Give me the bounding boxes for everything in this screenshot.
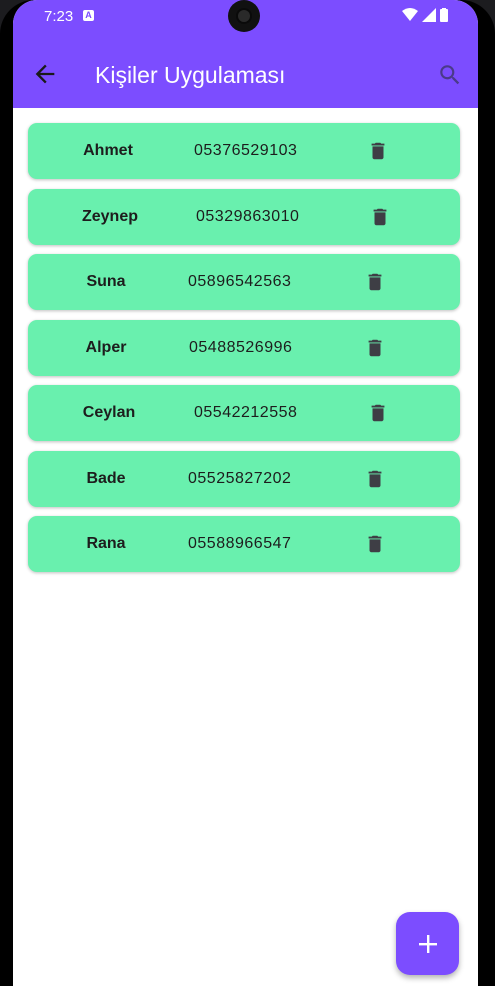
delete-button[interactable]	[369, 205, 391, 229]
contact-card[interactable]: Rana 05588966547	[28, 516, 460, 572]
contact-name: Rana	[86, 535, 126, 552]
trash-icon	[371, 404, 385, 422]
page-title: Kişiler Uygulaması	[95, 62, 286, 88]
contact-phone: 05896542563	[188, 273, 292, 290]
trash-icon	[373, 208, 387, 225]
app-bar: Kişiler Uygulaması	[13, 36, 478, 108]
contact-card[interactable]: Ahmet 05376529103	[28, 123, 460, 179]
contact-name: Ceylan	[82, 404, 136, 421]
contact-list: Ahmet 05376529103 Zeynep 05329863010 Sun…	[28, 123, 462, 582]
contact-name: Zeynep	[81, 207, 138, 225]
trash-icon	[368, 273, 382, 291]
contact-name: Ahmet	[83, 142, 133, 159]
delete-button[interactable]	[364, 270, 386, 294]
contact-phone: 05525827202	[188, 469, 292, 487]
notification-icon: A	[83, 10, 94, 21]
contact-card[interactable]: Zeynep 05329863010	[28, 188, 460, 245]
contact-card[interactable]: Bade 05525827202	[28, 450, 460, 507]
trash-icon	[368, 535, 382, 553]
trash-icon	[368, 470, 382, 487]
search-button[interactable]	[437, 62, 463, 88]
add-contact-button[interactable]	[396, 912, 459, 975]
contact-name: Suna	[86, 273, 126, 290]
delete-button[interactable]	[364, 467, 386, 491]
delete-button[interactable]	[367, 401, 389, 425]
contact-card[interactable]: Alper 05488526996	[28, 319, 460, 376]
contact-phone: 05488526996	[189, 338, 293, 356]
delete-button[interactable]	[364, 532, 386, 556]
app-screen: 7:23 A Kişiler Uygulaması Ahmet 05376529…	[13, 0, 478, 986]
arrow-back-icon	[35, 64, 55, 84]
delete-button[interactable]	[367, 139, 389, 163]
device-frame: 7:23 A Kişiler Uygulaması Ahmet 05376529…	[0, 0, 495, 986]
contact-name: Bade	[86, 469, 126, 487]
trash-icon	[368, 339, 382, 356]
contact-card[interactable]: Ceylan 05542212558	[28, 385, 460, 441]
front-camera	[228, 0, 260, 32]
search-icon	[440, 65, 460, 85]
status-icons	[402, 8, 448, 22]
contact-card[interactable]: Suna 05896542563	[28, 254, 460, 310]
trash-icon	[371, 142, 385, 160]
back-button[interactable]	[31, 60, 59, 88]
signal-icon	[422, 8, 436, 22]
contact-phone: 05588966547	[188, 535, 292, 552]
wifi-icon	[402, 8, 418, 21]
status-time: 7:23	[44, 8, 74, 25]
plus-icon	[419, 935, 437, 953]
delete-button[interactable]	[364, 336, 386, 360]
contact-phone: 05329863010	[196, 207, 300, 225]
contact-name: Alper	[85, 338, 127, 356]
battery-icon	[440, 8, 448, 22]
contact-phone: 05376529103	[194, 142, 298, 159]
contact-phone: 05542212558	[194, 404, 298, 421]
status-bar: 7:23 A	[13, 0, 478, 36]
